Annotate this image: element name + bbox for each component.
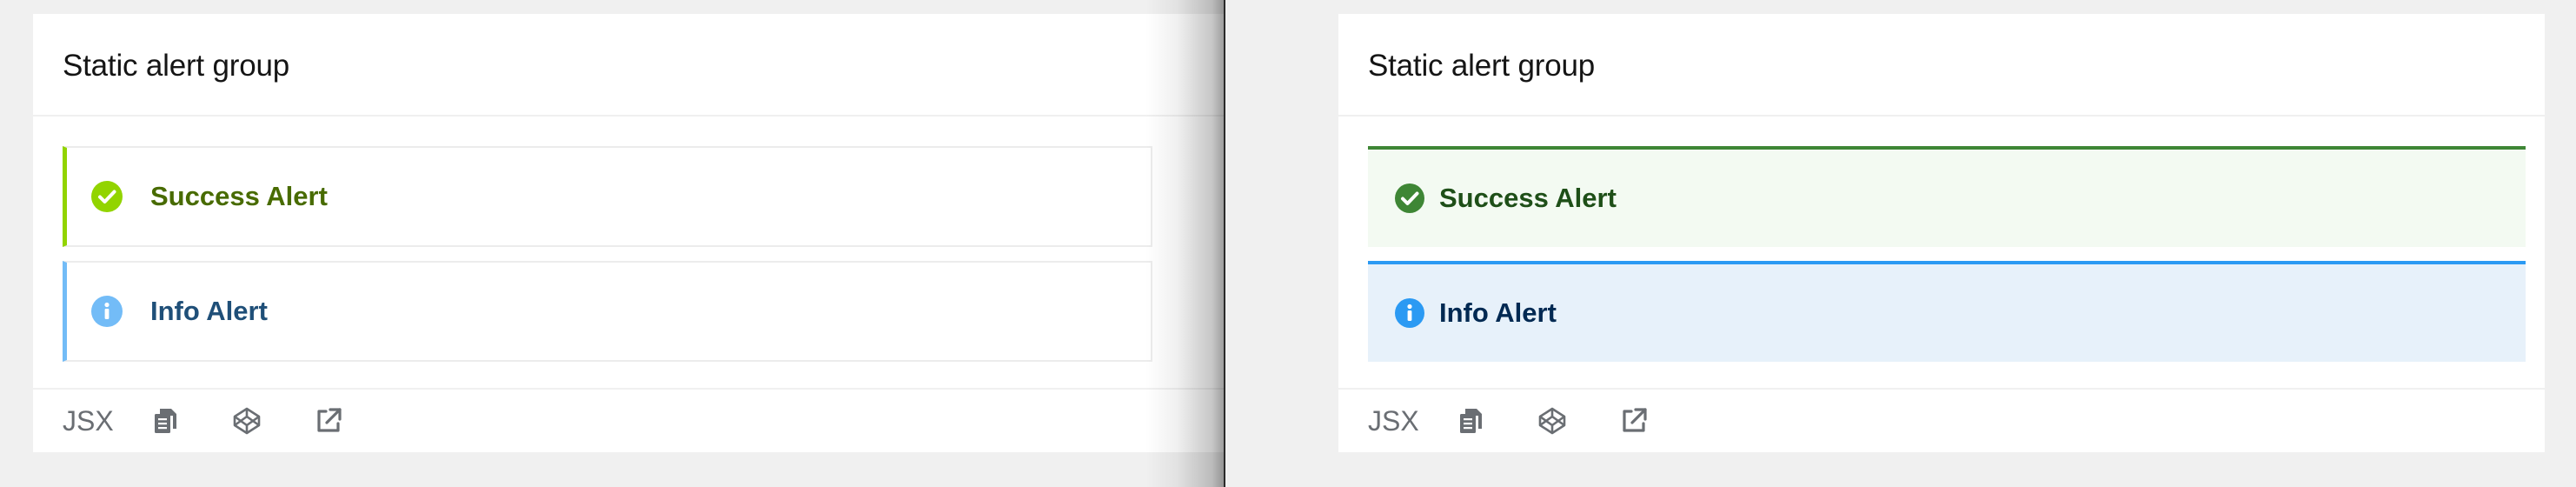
alert-title: Success Alert — [1439, 183, 1617, 213]
example-toolbar: JSX — [1338, 388, 2545, 452]
alert-title: Info Alert — [150, 296, 268, 326]
card-title: Static alert group — [1368, 49, 1595, 83]
codepen-icon[interactable] — [1536, 404, 1569, 437]
alert-group: Success Alert Info Alert — [1368, 146, 2526, 376]
info-alert: Info Alert — [1368, 261, 2526, 362]
alert-group-card: Static alert group Success Alert Info Al… — [1338, 14, 2545, 452]
right-panel: Static alert group Success Alert Info Al… — [1225, 0, 2576, 487]
info-circle-icon — [91, 296, 123, 327]
alert-group-card: Static alert group Success Alert Info Al… — [33, 14, 1225, 452]
codepen-icon[interactable] — [230, 404, 263, 437]
alert-title: Success Alert — [150, 181, 328, 211]
card-header: Static alert group — [33, 14, 1225, 117]
panel-shadow — [1145, 0, 1224, 487]
example-toolbar: JSX — [33, 388, 1225, 452]
card-title: Static alert group — [63, 49, 289, 83]
external-link-icon[interactable] — [1617, 404, 1650, 437]
copy-icon[interactable] — [1454, 404, 1487, 437]
card-header: Static alert group — [1338, 14, 2545, 117]
left-panel: Static alert group Success Alert Info Al… — [0, 0, 1225, 487]
alert-title: Info Alert — [1439, 297, 1557, 328]
copy-icon[interactable] — [149, 404, 182, 437]
external-link-icon[interactable] — [312, 404, 345, 437]
success-alert: Success Alert — [63, 146, 1152, 247]
jsx-toggle[interactable]: JSX — [63, 405, 114, 437]
jsx-toggle[interactable]: JSX — [1368, 405, 1419, 437]
info-alert: Info Alert — [63, 261, 1152, 362]
success-alert: Success Alert — [1368, 146, 2526, 247]
alert-group: Success Alert Info Alert — [63, 146, 1152, 376]
check-circle-icon — [1394, 183, 1425, 214]
info-circle-icon — [1394, 297, 1425, 329]
check-circle-icon — [91, 181, 123, 212]
